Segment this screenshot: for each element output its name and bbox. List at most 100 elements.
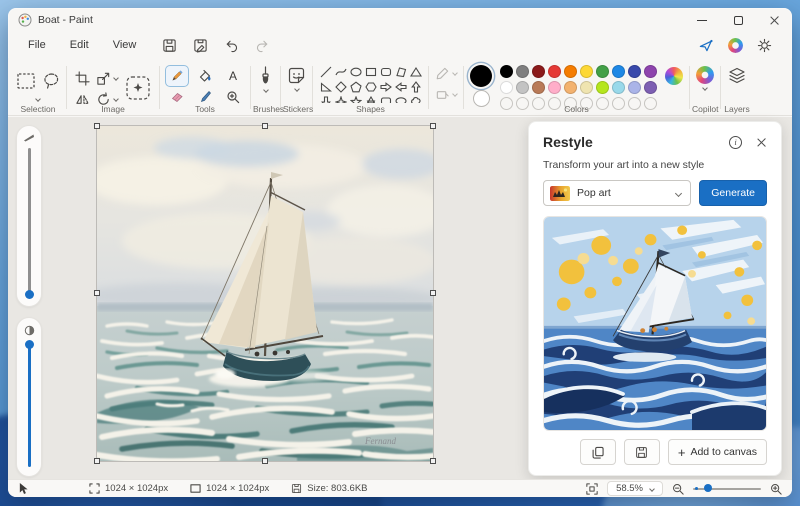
drawing-canvas[interactable]: Fernand	[94, 123, 436, 464]
shape-callout-cloud-icon[interactable]	[409, 95, 422, 103]
selection-handle[interactable]	[94, 290, 100, 296]
zoom-in-icon[interactable]	[770, 483, 782, 495]
shape-ellipse-icon[interactable]	[349, 65, 362, 78]
palette-swatch[interactable]	[628, 81, 641, 94]
resize-dropdown-chevron-icon[interactable]	[113, 75, 119, 81]
menu-view[interactable]: View	[101, 35, 149, 55]
save-as-icon[interactable]	[193, 38, 208, 53]
crop-icon[interactable]	[75, 70, 90, 86]
palette-swatch[interactable]	[564, 65, 577, 78]
shape-line-icon[interactable]	[319, 65, 332, 78]
fill-tool[interactable]	[194, 66, 216, 86]
text-tool[interactable]: A	[222, 66, 244, 86]
share-icon[interactable]	[698, 38, 714, 53]
shape-fill-icon[interactable]	[435, 87, 450, 102]
palette-swatch[interactable]	[596, 81, 609, 94]
shape-callout-rounded-icon[interactable]	[379, 95, 392, 103]
brushes-dropdown-chevron-icon[interactable]	[262, 87, 269, 93]
palette-swatch[interactable]	[500, 81, 513, 94]
palette-swatch[interactable]	[612, 65, 625, 78]
shape-rounded-rectangle-icon[interactable]	[379, 65, 392, 78]
rotate-dropdown-chevron-icon[interactable]	[113, 96, 119, 102]
save-icon[interactable]	[162, 38, 177, 53]
palette-swatch[interactable]	[580, 65, 593, 78]
maximize-button[interactable]	[720, 8, 756, 32]
shape-outline-icon[interactable]	[435, 66, 450, 81]
palette-swatch[interactable]	[564, 81, 577, 94]
palette-swatch[interactable]	[548, 65, 561, 78]
color1-swatch[interactable]	[470, 65, 492, 87]
rectangle-select-icon[interactable]	[16, 72, 36, 90]
selection-handle[interactable]	[94, 458, 100, 464]
copilot-dropdown-chevron-icon[interactable]	[702, 85, 708, 91]
zoom-out-icon[interactable]	[672, 483, 684, 495]
shape-pentagon-icon[interactable]	[349, 80, 362, 93]
palette-swatch[interactable]	[532, 81, 545, 94]
zoom-slider-thumb[interactable]	[704, 484, 712, 492]
selection-handle[interactable]	[430, 123, 436, 129]
fit-to-screen-icon[interactable]	[586, 482, 598, 495]
size-slider[interactable]	[16, 125, 42, 307]
opacity-slider-track[interactable]	[27, 347, 31, 467]
palette-swatch[interactable]	[580, 81, 593, 94]
selection-handle[interactable]	[430, 458, 436, 464]
lasso-select-icon[interactable]	[42, 72, 60, 90]
shape-hexagon-icon[interactable]	[364, 80, 377, 93]
palette-swatch[interactable]	[644, 81, 657, 94]
palette-swatch[interactable]	[644, 65, 657, 78]
selection-handle[interactable]	[94, 123, 100, 129]
settings-gear-icon[interactable]	[757, 38, 772, 53]
palette-swatch[interactable]	[516, 65, 529, 78]
edit-colors-icon[interactable]	[665, 67, 683, 85]
palette-swatch[interactable]	[516, 81, 529, 94]
selection-handle[interactable]	[262, 123, 268, 129]
info-icon[interactable]: i	[729, 135, 742, 149]
selection-handle[interactable]	[262, 458, 268, 464]
selection-dropdown-chevron-icon[interactable]	[35, 96, 41, 102]
copy-result-button[interactable]	[579, 439, 616, 465]
shape-rectangle-icon[interactable]	[364, 65, 377, 78]
add-to-canvas-button[interactable]: + Add to canvas	[667, 439, 767, 465]
shape-arrow-down-icon[interactable]	[319, 95, 332, 103]
save-result-button[interactable]	[623, 439, 660, 465]
menu-file[interactable]: File	[16, 35, 58, 55]
shape-arrow-left-icon[interactable]	[394, 80, 407, 93]
shape-diamond-icon[interactable]	[334, 80, 347, 93]
restyle-close-icon[interactable]	[756, 137, 767, 148]
shape-star-4-icon[interactable]	[334, 95, 347, 103]
shape-curve-icon[interactable]	[334, 65, 347, 78]
minimize-button[interactable]	[684, 8, 720, 32]
palette-swatch[interactable]	[532, 65, 545, 78]
resize-icon[interactable]	[96, 71, 111, 86]
shape-arrow-up-icon[interactable]	[409, 80, 422, 93]
generate-button[interactable]: Generate	[699, 180, 767, 206]
style-dropdown[interactable]: Pop art	[543, 180, 692, 206]
palette-swatch[interactable]	[500, 65, 513, 78]
pencil-tool[interactable]	[166, 66, 188, 86]
layers-icon[interactable]	[727, 67, 747, 86]
shape-star-6-icon[interactable]	[364, 95, 377, 103]
size-slider-thumb[interactable]	[24, 290, 34, 299]
sticker-icon[interactable]	[287, 66, 306, 85]
stickers-dropdown-chevron-icon[interactable]	[293, 86, 300, 92]
opacity-slider[interactable]	[16, 317, 42, 477]
copilot-badge-icon[interactable]	[728, 37, 743, 53]
redo-icon[interactable]	[255, 38, 270, 53]
palette-swatch[interactable]	[612, 81, 625, 94]
shape-polygon-icon[interactable]	[394, 65, 407, 78]
selection-handle[interactable]	[430, 290, 436, 296]
fill-dropdown-chevron-icon[interactable]	[452, 91, 458, 97]
shape-right-triangle-icon[interactable]	[319, 80, 332, 93]
shape-arrow-right-icon[interactable]	[379, 80, 392, 93]
background-removal-icon[interactable]	[125, 75, 151, 101]
palette-swatch[interactable]	[548, 81, 561, 94]
zoom-level-dropdown[interactable]: 58.5%	[607, 481, 663, 496]
shape-star-5-icon[interactable]	[349, 95, 362, 103]
palette-swatch[interactable]	[596, 65, 609, 78]
size-slider-track[interactable]	[27, 148, 31, 293]
shape-callout-oval-icon[interactable]	[394, 95, 407, 103]
shape-triangle-icon[interactable]	[409, 65, 422, 78]
copilot-icon[interactable]	[696, 66, 714, 84]
zoom-slider[interactable]	[693, 484, 761, 492]
brush-icon[interactable]	[257, 66, 274, 86]
